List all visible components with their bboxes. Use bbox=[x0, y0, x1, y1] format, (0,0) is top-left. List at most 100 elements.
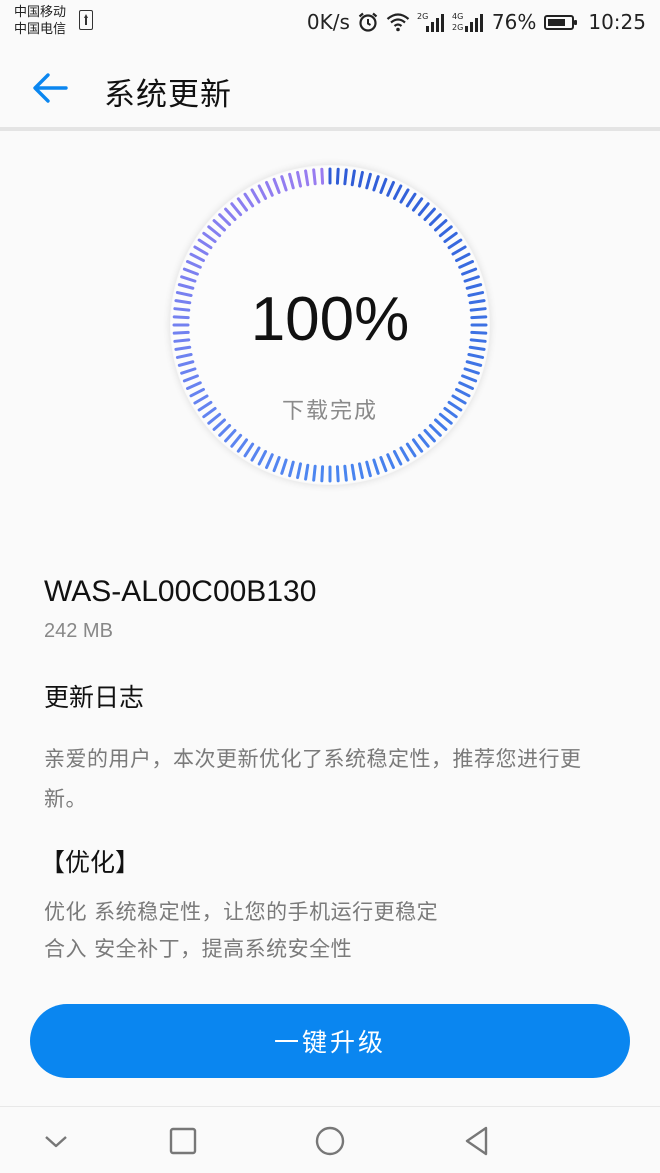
progress-tick bbox=[280, 458, 288, 475]
package-size: 242 MB bbox=[44, 620, 113, 642]
progress-tick bbox=[312, 168, 317, 186]
battery-percent: 76% bbox=[491, 10, 537, 34]
carrier-2: 中国电信 bbox=[14, 22, 67, 37]
progress-tick bbox=[177, 360, 195, 367]
progress-tick bbox=[350, 169, 356, 187]
progress-tick bbox=[224, 429, 237, 443]
nav-home-button[interactable] bbox=[310, 1121, 350, 1161]
arrow-left-icon bbox=[33, 73, 68, 103]
progress-tick bbox=[399, 446, 410, 462]
progress-tick bbox=[405, 442, 417, 458]
progress-tick bbox=[312, 464, 317, 482]
progress-tick bbox=[218, 213, 232, 227]
progress-tick bbox=[428, 423, 442, 437]
progress-tick bbox=[296, 170, 302, 188]
wifi-icon bbox=[386, 12, 410, 32]
progress-tick bbox=[417, 433, 430, 448]
progress-tick bbox=[202, 231, 217, 244]
download-progress-ring: 100% 下载完成 bbox=[165, 160, 495, 490]
progress-tick bbox=[463, 367, 480, 375]
progress-tick bbox=[386, 180, 395, 197]
progress-tick bbox=[230, 433, 243, 448]
progress-tick bbox=[320, 167, 325, 185]
signal-icon: 4G 2G bbox=[452, 11, 486, 33]
progress-tick bbox=[443, 231, 458, 244]
progress-tick bbox=[405, 192, 417, 208]
progress-tick bbox=[182, 267, 199, 276]
square-icon bbox=[169, 1127, 197, 1155]
changelog-section-title: 【优化】 bbox=[40, 848, 141, 877]
progress-tick bbox=[458, 381, 475, 390]
progress-tick bbox=[417, 202, 430, 217]
progress-tick bbox=[257, 450, 268, 466]
progress-tick bbox=[335, 167, 340, 185]
back-button[interactable] bbox=[28, 66, 72, 110]
triangle-back-icon bbox=[465, 1126, 488, 1156]
progress-tick bbox=[386, 453, 395, 470]
progress-tick bbox=[193, 245, 209, 256]
progress-tick bbox=[280, 175, 288, 192]
progress-tick bbox=[265, 180, 274, 197]
progress-tick bbox=[243, 442, 255, 458]
progress-tick bbox=[304, 463, 310, 481]
progress-tick bbox=[365, 460, 372, 478]
progress-tick bbox=[180, 367, 197, 375]
progress-tick bbox=[197, 238, 213, 250]
progress-tick bbox=[379, 456, 388, 473]
progress-tick bbox=[189, 252, 205, 263]
progress-tick bbox=[224, 207, 237, 221]
progress-tick bbox=[447, 238, 463, 250]
progress-tick bbox=[458, 260, 475, 269]
progress-tick bbox=[343, 464, 348, 482]
changelog-item: 合入 安全补丁，提高系统安全性 bbox=[44, 937, 353, 961]
carrier-1: 中国移动 bbox=[14, 5, 67, 20]
progress-tick bbox=[358, 170, 364, 188]
nav-collapse-button[interactable] bbox=[36, 1121, 76, 1161]
progress-tick bbox=[296, 462, 302, 480]
status-right-group: 0K/s 2G 4G 2G 76% 10:25 bbox=[307, 0, 646, 44]
progress-tick bbox=[272, 456, 281, 473]
progress-tick bbox=[243, 192, 255, 208]
progress-tick bbox=[288, 460, 295, 478]
progress-tick bbox=[185, 260, 202, 269]
signal-2-tag-a: 4G bbox=[452, 12, 463, 21]
progress-tick bbox=[428, 213, 442, 227]
progress-tick bbox=[392, 184, 403, 200]
progress-tick bbox=[272, 177, 281, 194]
progress-tick bbox=[451, 245, 467, 256]
progress-tick bbox=[257, 184, 268, 200]
one-click-upgrade-button[interactable]: 一键升级 bbox=[30, 1004, 630, 1078]
progress-tick bbox=[335, 465, 340, 483]
progress-tick bbox=[461, 374, 478, 383]
circle-icon bbox=[315, 1126, 345, 1156]
progress-tick bbox=[465, 360, 483, 367]
progress-tick bbox=[350, 463, 356, 481]
progress-tick bbox=[372, 458, 380, 475]
progress-tick bbox=[392, 450, 403, 466]
alarm-icon bbox=[356, 10, 380, 34]
progress-tick bbox=[265, 453, 274, 470]
progress-tick bbox=[182, 374, 199, 383]
battery-icon bbox=[544, 14, 578, 30]
nav-recents-button[interactable] bbox=[163, 1121, 203, 1161]
net-speed: 0K/s bbox=[306, 10, 350, 34]
page-title: 系统更新 bbox=[104, 77, 232, 113]
progress-tick bbox=[434, 219, 448, 232]
progress-tick bbox=[461, 267, 478, 276]
progress-tick bbox=[438, 225, 453, 238]
progress-tick bbox=[463, 275, 480, 283]
status-bar: 中国移动 中国电信 0K/s 2G 4G 2G 76% 10:25 bbox=[0, 0, 660, 44]
progress-tick bbox=[343, 168, 348, 186]
nav-back-button[interactable] bbox=[457, 1121, 497, 1161]
progress-percent: 100% bbox=[250, 285, 410, 354]
clock: 10:25 bbox=[588, 10, 646, 34]
progress-tick bbox=[180, 275, 197, 283]
changelog-intro: 亲爱的用户，本次更新优化了系统稳定性，推荐您进行更新。 bbox=[44, 747, 582, 811]
progress-tick bbox=[423, 207, 436, 221]
progress-tick bbox=[218, 423, 232, 437]
progress-tick bbox=[207, 225, 222, 238]
progress-tick bbox=[250, 188, 261, 204]
progress-tick bbox=[455, 252, 471, 263]
upgrade-button-label: 一键升级 bbox=[273, 1028, 386, 1057]
upload-icon bbox=[79, 10, 93, 30]
